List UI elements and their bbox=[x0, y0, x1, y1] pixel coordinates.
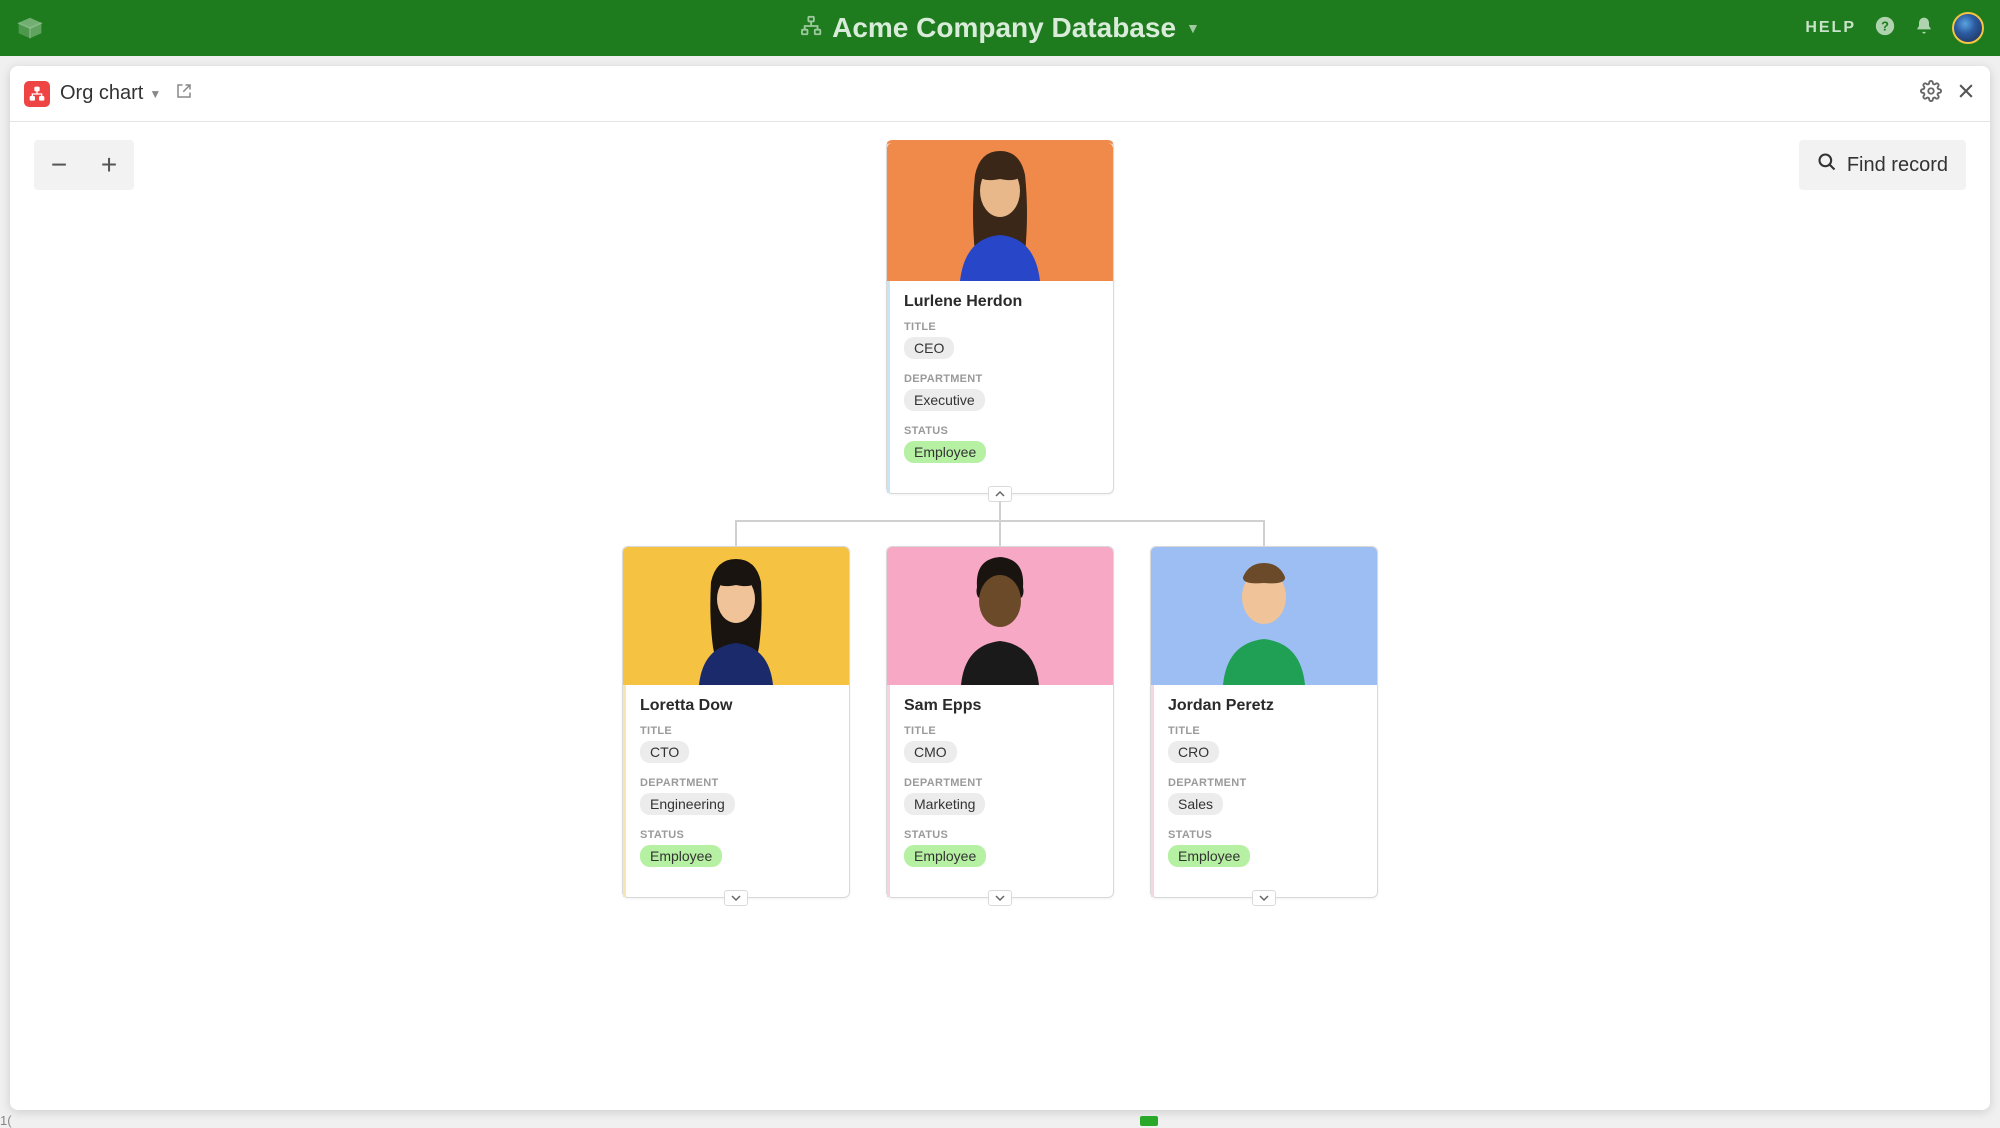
title-pill: CRO bbox=[1168, 741, 1219, 763]
database-title: Acme Company Database bbox=[832, 12, 1176, 44]
field-label-status: STATUS bbox=[640, 829, 835, 841]
zoom-controls: − + bbox=[34, 140, 134, 190]
employee-card-root[interactable]: Lurlene Herdon TITLE CEO DEPARTMENT Exec… bbox=[886, 140, 1114, 494]
employee-card-body: Lurlene Herdon TITLE CEO DEPARTMENT Exec… bbox=[887, 281, 1113, 493]
title-pill: CMO bbox=[904, 741, 957, 763]
org-chart-canvas[interactable]: − + Find record bbox=[10, 122, 1990, 1110]
status-pill: Employee bbox=[1168, 845, 1250, 867]
field-label-department: DEPARTMENT bbox=[904, 777, 1099, 789]
employee-card[interactable]: Loretta Dow TITLE CTO DEPARTMENT Enginee… bbox=[622, 546, 850, 898]
employee-name: Lurlene Herdon bbox=[904, 293, 1099, 311]
connector bbox=[620, 520, 1380, 546]
help-circle-icon[interactable]: ? bbox=[1874, 15, 1896, 42]
zoom-out-button[interactable]: − bbox=[34, 140, 84, 190]
title-pill: CEO bbox=[904, 337, 954, 359]
panel-title-caret-icon[interactable]: ▼ bbox=[149, 87, 161, 101]
expand-children-button[interactable] bbox=[724, 890, 748, 906]
panel-header: Org chart ▼ bbox=[10, 66, 1990, 122]
employee-card-body: Sam Epps TITLE CMO DEPARTMENT Marketing … bbox=[887, 685, 1113, 897]
department-pill: Marketing bbox=[904, 793, 985, 815]
employee-card[interactable]: Sam Epps TITLE CMO DEPARTMENT Marketing … bbox=[886, 546, 1114, 898]
search-icon bbox=[1817, 152, 1837, 178]
field-label-department: DEPARTMENT bbox=[640, 777, 835, 789]
field-label-title: TITLE bbox=[640, 725, 835, 737]
employee-photo bbox=[623, 547, 849, 685]
employee-photo bbox=[887, 143, 1113, 281]
help-link[interactable]: HELP bbox=[1805, 19, 1856, 37]
employee-name: Sam Epps bbox=[904, 697, 1099, 715]
employee-card[interactable]: Jordan Peretz TITLE CRO DEPARTMENT Sales… bbox=[1150, 546, 1378, 898]
department-pill: Sales bbox=[1168, 793, 1223, 815]
chart-tree: Lurlene Herdon TITLE CEO DEPARTMENT Exec… bbox=[620, 140, 1380, 898]
popout-icon[interactable] bbox=[175, 82, 193, 105]
field-label-department: DEPARTMENT bbox=[904, 373, 1099, 385]
field-label-title: TITLE bbox=[904, 321, 1099, 333]
find-record-label: Find record bbox=[1847, 154, 1948, 177]
children-row: Loretta Dow TITLE CTO DEPARTMENT Enginee… bbox=[622, 546, 1378, 898]
expand-children-button[interactable] bbox=[1252, 890, 1276, 906]
department-pill: Engineering bbox=[640, 793, 735, 815]
zoom-in-button[interactable]: + bbox=[84, 140, 134, 190]
airtable-logo-icon bbox=[16, 14, 44, 42]
expand-children-button[interactable] bbox=[988, 890, 1012, 906]
status-pill: Employee bbox=[640, 845, 722, 867]
find-record-button[interactable]: Find record bbox=[1799, 140, 1966, 190]
field-label-status: STATUS bbox=[1168, 829, 1363, 841]
employee-name: Jordan Peretz bbox=[1168, 697, 1363, 715]
notifications-bell-icon[interactable] bbox=[1914, 16, 1934, 41]
user-avatar[interactable] bbox=[1952, 12, 1984, 44]
field-label-title: TITLE bbox=[1168, 725, 1363, 737]
database-title-group[interactable]: Acme Company Database ▼ bbox=[800, 12, 1200, 44]
employee-card-body: Loretta Dow TITLE CTO DEPARTMENT Enginee… bbox=[623, 685, 849, 897]
field-label-status: STATUS bbox=[904, 425, 1099, 437]
svg-text:?: ? bbox=[1881, 18, 1889, 33]
close-icon[interactable] bbox=[1956, 81, 1976, 106]
employee-photo bbox=[1151, 547, 1377, 685]
field-label-department: DEPARTMENT bbox=[1168, 777, 1363, 789]
collapse-children-button[interactable] bbox=[988, 486, 1012, 502]
app-badge-icon bbox=[24, 81, 50, 107]
employee-name: Loretta Dow bbox=[640, 697, 835, 715]
field-label-status: STATUS bbox=[904, 829, 1099, 841]
org-chart-panel: Org chart ▼ − + Find record bbox=[10, 66, 1990, 1110]
employee-photo bbox=[887, 547, 1113, 685]
panel-title[interactable]: Org chart bbox=[60, 82, 143, 105]
field-label-title: TITLE bbox=[904, 725, 1099, 737]
scrollbar-thumb[interactable] bbox=[1140, 1116, 1158, 1126]
app-header: Acme Company Database ▼ HELP ? bbox=[0, 0, 2000, 56]
settings-gear-icon[interactable] bbox=[1920, 80, 1942, 107]
org-chart-header-icon bbox=[800, 12, 822, 44]
status-pill: Employee bbox=[904, 441, 986, 463]
status-pill: Employee bbox=[904, 845, 986, 867]
caret-down-icon: ▼ bbox=[1186, 20, 1200, 36]
department-pill: Executive bbox=[904, 389, 985, 411]
title-pill: CTO bbox=[640, 741, 689, 763]
employee-card-body: Jordan Peretz TITLE CRO DEPARTMENT Sales… bbox=[1151, 685, 1377, 897]
